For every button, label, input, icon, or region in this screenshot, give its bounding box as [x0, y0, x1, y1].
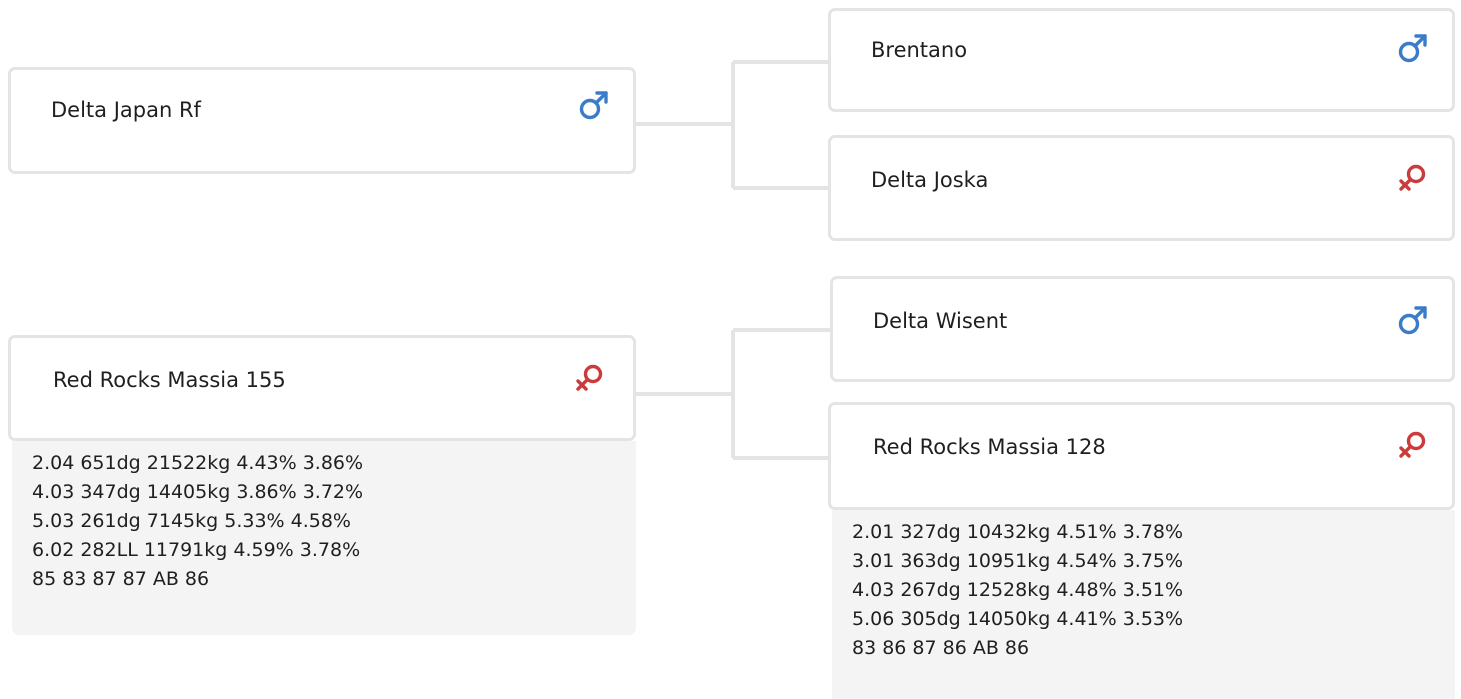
male-icon	[1398, 34, 1427, 63]
stats-line: 3.01 363dg 10951kg 4.54% 3.75%	[852, 550, 1184, 572]
animal-card-dam-dam[interactable]: Red Rocks Massia 128	[828, 402, 1455, 510]
animal-card-dam[interactable]: Red Rocks Massia 155	[8, 335, 636, 441]
sire-connector	[636, 60, 830, 190]
animal-name: Delta Joska	[871, 168, 989, 192]
stats-line: 2.04 651dg 21522kg 4.43% 3.86%	[32, 452, 364, 474]
female-icon	[1399, 164, 1426, 191]
female-icon	[1399, 431, 1426, 458]
animal-name: Delta Japan Rf	[51, 98, 201, 122]
stats-line: 4.03 267dg 12528kg 4.48% 3.51%	[852, 579, 1184, 601]
stats-line: 2.01 327dg 10432kg 4.51% 3.78%	[852, 521, 1184, 543]
stats-line: 4.03 347dg 14405kg 3.86% 3.72%	[32, 481, 364, 503]
male-icon	[1398, 306, 1427, 335]
female-icon	[576, 364, 603, 391]
stats-line: 83 86 87 86 AB 86	[852, 637, 1030, 659]
animal-card-sire-dam[interactable]: Delta Joska	[828, 135, 1455, 241]
dam-connector	[636, 328, 830, 460]
stats-line: 5.06 305dg 14050kg 4.41% 3.53%	[852, 608, 1184, 630]
animal-name: Red Rocks Massia 155	[53, 368, 286, 392]
lactation-stats-dam-dam: 2.01 327dg 10432kg 4.51% 3.78% 3.01 363d…	[832, 510, 1455, 699]
stats-line: 5.03 261dg 7145kg 5.33% 4.58%	[32, 510, 351, 532]
animal-card-sire-sire[interactable]: Brentano	[828, 8, 1455, 112]
animal-card-dam-sire[interactable]: Delta Wisent	[830, 276, 1455, 382]
animal-name: Brentano	[871, 38, 968, 62]
animal-name: Red Rocks Massia 128	[873, 435, 1106, 459]
stats-line: 6.02 282LL 11791kg 4.59% 3.78%	[32, 539, 361, 561]
animal-name: Delta Wisent	[873, 309, 1008, 333]
animal-card-sire[interactable]: Delta Japan Rf	[8, 67, 636, 174]
stats-line: 85 83 87 87 AB 86	[32, 568, 210, 590]
lactation-stats-dam: 2.04 651dg 21522kg 4.43% 3.86% 4.03 347d…	[12, 441, 636, 635]
male-icon	[579, 91, 608, 120]
